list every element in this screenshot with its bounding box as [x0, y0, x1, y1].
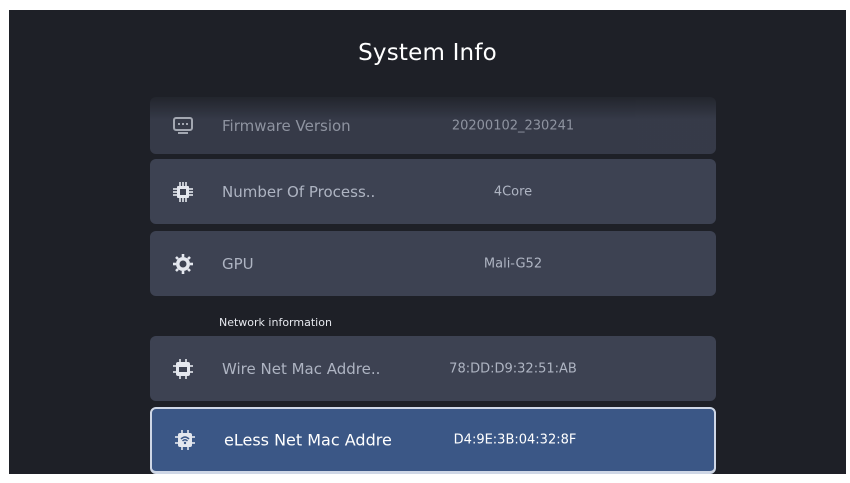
row-label: Wire Net Mac Addre.. [222, 359, 381, 378]
row-label: eLess Net Mac Addre [224, 430, 392, 450]
row-label: GPU [222, 254, 254, 273]
gear-chip-icon [173, 253, 193, 274]
row-firmware-version[interactable]: Firmware Version 20200102_230241 [150, 97, 716, 154]
monitor-icon [173, 116, 193, 134]
row-value: 20200102_230241 [451, 118, 575, 133]
tv-screen: System Info Firmware Version 20200102_23… [9, 10, 846, 474]
page-title: System Info [358, 40, 497, 66]
row-value: Mali-G52 [483, 256, 543, 271]
row-value: 78:DD:D9:32:51:AB [449, 361, 577, 376]
ethernet-chip-icon [173, 358, 193, 379]
row-wire-net-mac[interactable]: Wire Net Mac Addre.. 78:DD:D9:32:51:AB [150, 336, 716, 401]
row-value: 4Core [493, 184, 533, 199]
row-label: Number Of Process.. [222, 182, 376, 201]
row-gpu[interactable]: GPU Mali-G52 [150, 231, 716, 296]
row-value: D4:9E:3B:04:32:8F [453, 432, 577, 448]
section-heading-network: Network information [219, 316, 332, 329]
cpu-chip-icon [173, 181, 193, 202]
row-label: Firmware Version [222, 116, 351, 135]
row-number-of-processors[interactable]: Number Of Process.. 4Core [150, 159, 716, 224]
wifi-chip-icon [175, 430, 195, 450]
row-wireless-net-mac[interactable]: eLess Net Mac Addre D4:9E:3B:04:32:8F [150, 407, 716, 474]
